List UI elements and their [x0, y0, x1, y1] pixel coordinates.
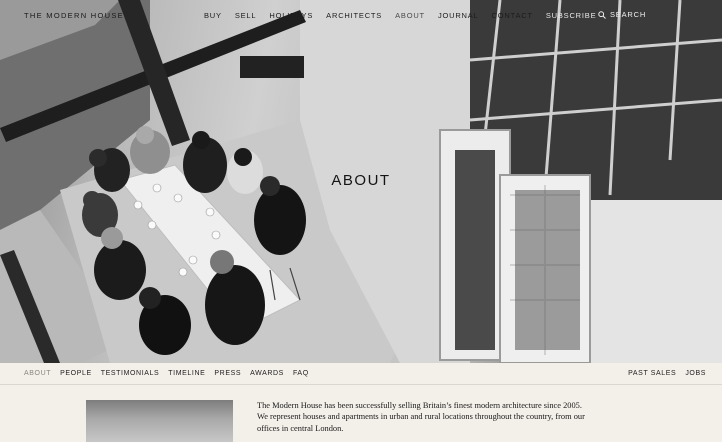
nav-item-subscribe[interactable]: SUBSCRIBE — [546, 11, 597, 20]
site-logo[interactable]: THE MODERN HOUSE — [24, 11, 124, 20]
subnav-left: ABOUT PEOPLE TESTIMONIALS TIMELINE PRESS… — [24, 370, 318, 377]
nav-item-architects[interactable]: ARCHITECTS — [326, 11, 382, 20]
search-label: SEARCH — [610, 10, 647, 19]
subnav-item-testimonials[interactable]: TESTIMONIALS — [101, 370, 160, 377]
subnav-item-jobs[interactable]: JOBS — [685, 370, 706, 377]
hero-image: ABOUT — [0, 0, 722, 363]
subnav-right: PAST SALES JOBS — [628, 370, 706, 377]
main-navigation: THE MODERN HOUSE BUY SELL HOLIDAYS ARCHI… — [0, 0, 722, 32]
page-title: ABOUT — [331, 172, 391, 189]
subnav-item-about[interactable]: ABOUT — [24, 370, 51, 377]
nav-item-holidays[interactable]: HOLIDAYS — [269, 11, 313, 20]
about-subnav: ABOUT PEOPLE TESTIMONIALS TIMELINE PRESS… — [0, 363, 722, 385]
nav-item-contact[interactable]: CONTACT — [492, 11, 533, 20]
nav-item-journal[interactable]: JOURNAL — [438, 11, 479, 20]
subnav-item-faq[interactable]: FAQ — [293, 370, 309, 377]
subnav-item-people[interactable]: PEOPLE — [60, 370, 92, 377]
subnav-item-awards[interactable]: AWARDS — [250, 370, 284, 377]
search-icon — [598, 10, 606, 19]
subnav-item-timeline[interactable]: TIMELINE — [168, 370, 205, 377]
search-button[interactable]: SEARCH — [598, 10, 646, 19]
intro-image — [86, 400, 233, 442]
nav-item-sell[interactable]: SELL — [235, 11, 257, 20]
intro-text: The Modern House has been successfully s… — [257, 401, 585, 433]
subnav-item-press[interactable]: PRESS — [214, 370, 241, 377]
nav-item-buy[interactable]: BUY — [204, 11, 222, 20]
nav-links: BUY SELL HOLIDAYS ARCHITECTS ABOUT JOURN… — [204, 11, 609, 20]
subnav-item-past-sales[interactable]: PAST SALES — [628, 370, 676, 377]
nav-item-about[interactable]: ABOUT — [395, 11, 425, 20]
